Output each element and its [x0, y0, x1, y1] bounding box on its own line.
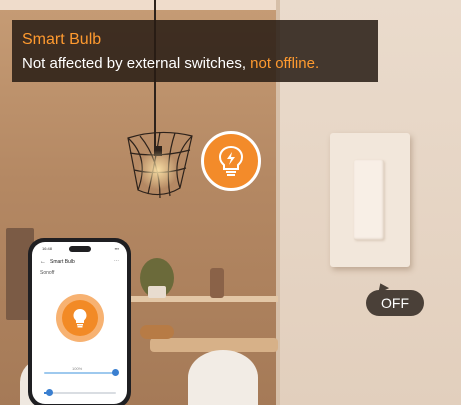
ceiling-strip: [0, 0, 278, 10]
phone-screen-title: Smart Bulb: [50, 259, 75, 265]
lightbulb-icon: [73, 309, 87, 328]
plant-pot: [148, 286, 166, 298]
color-temp-slider-handle[interactable]: [46, 389, 53, 396]
switch-state-tooltip: OFF: [366, 290, 424, 316]
vase: [210, 268, 224, 298]
lamp-glow: [138, 150, 178, 190]
color-temp-slider-track[interactable]: [44, 392, 116, 394]
banner-subtitle-text: Not affected by external switches,: [22, 55, 251, 72]
phone-notch: [69, 246, 91, 252]
banner-subtitle-highlight: not offline.: [250, 55, 320, 72]
bulb-power-button[interactable]: [62, 300, 98, 336]
brightness-slider-track[interactable]: [44, 372, 116, 374]
more-menu-icon[interactable]: ⋯: [114, 258, 119, 264]
product-scene: Smart Bulb Not affected by external swit…: [0, 0, 461, 405]
lightbulb-bolt-icon: [218, 145, 244, 176]
phone-header: ← Smart Bulb ⋯: [40, 258, 119, 266]
phone-status-icons: ▪▪▪: [114, 246, 119, 251]
bulb-badge: [201, 131, 261, 191]
banner-subtitle: Not affected by external switches, not o…: [22, 54, 368, 74]
phone-screen: 16:48 ▪▪▪ ← Smart Bulb ⋯ Sonoff 100%: [32, 242, 127, 404]
wall-switch-rocker[interactable]: [354, 160, 384, 240]
chair: [188, 350, 258, 405]
phone-mockup: 16:48 ▪▪▪ ← Smart Bulb ⋯ Sonoff 100%: [28, 238, 131, 405]
back-arrow-icon[interactable]: ←: [40, 259, 46, 265]
brightness-slider-handle[interactable]: [112, 369, 119, 376]
feature-banner: Smart Bulb Not affected by external swit…: [12, 20, 378, 82]
bread: [140, 325, 174, 339]
brightness-label: 100%: [72, 366, 83, 371]
brand-logo: Sonoff: [40, 270, 55, 276]
banner-title: Smart Bulb: [22, 31, 102, 48]
phone-time: 16:48: [42, 246, 53, 251]
